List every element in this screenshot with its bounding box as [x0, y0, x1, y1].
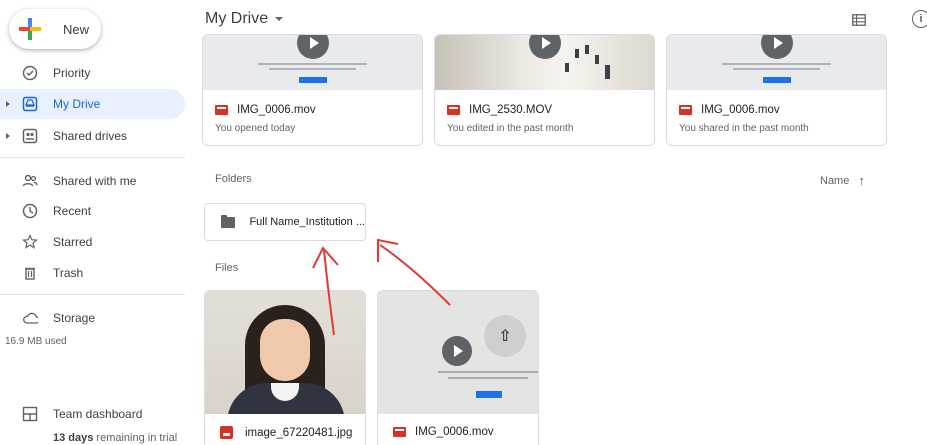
sidebar-item-label: Shared with me [53, 174, 137, 188]
file-activity: You edited in the past month [447, 123, 574, 134]
file-card[interactable]: ⇧ IMG_0006.mov [377, 290, 539, 445]
play-icon [760, 35, 793, 59]
people-icon [22, 173, 38, 189]
files-heading: Files [215, 262, 239, 274]
dashboard-icon [22, 406, 38, 422]
new-button-label: New [63, 21, 90, 37]
upload-icon: ⇧ [484, 315, 526, 357]
trash-icon [22, 265, 38, 281]
my-drive-icon [22, 96, 38, 112]
folder-name: Full Name_Institution ... [249, 216, 365, 228]
sidebar-item-team-dashboard[interactable]: Team dashboard [0, 399, 185, 429]
plus-icon [19, 18, 41, 40]
folder-icon [221, 214, 236, 228]
quick-access-card[interactable]: IMG_2530.MOV You edited in the past mont… [434, 34, 655, 146]
sidebar-divider [0, 157, 185, 158]
trial-rest: remaining in trial [93, 432, 178, 444]
chevron-down-icon [275, 17, 284, 21]
info-icon[interactable]: i [912, 10, 927, 28]
video-thumbnail [435, 35, 654, 90]
expand-caret-icon[interactable] [6, 133, 10, 139]
play-icon [442, 336, 472, 366]
sidebar-item-label: Trash [53, 266, 84, 280]
play-icon [296, 35, 329, 59]
storage-used-text: 16.9 MB used [5, 336, 67, 347]
sidebar-divider [0, 294, 185, 295]
arrow-up-icon: ↑ [858, 173, 865, 188]
folder-item[interactable]: Full Name_Institution ... [204, 203, 366, 241]
file-activity: You opened today [215, 123, 296, 134]
new-button[interactable]: New [9, 9, 101, 49]
sidebar-item-label: Priority [53, 66, 91, 80]
file-card[interactable]: image_67220481.jpg [204, 290, 366, 445]
check-circle-icon [22, 65, 38, 81]
sidebar-item-recent[interactable]: Recent [0, 196, 185, 226]
sidebar-item-shared-with-me[interactable]: Shared with me [0, 166, 185, 196]
sidebar-item-shared-drives[interactable]: Shared drives [0, 121, 185, 151]
file-name: IMG_0006.mov [415, 426, 494, 438]
sidebar-item-trash[interactable]: Trash [0, 258, 185, 288]
sidebar-item-label: Starred [53, 235, 93, 249]
star-icon [22, 234, 38, 250]
clock-icon [22, 203, 38, 219]
video-file-icon [393, 427, 406, 437]
image-thumbnail [205, 291, 365, 414]
sidebar-item-my-drive[interactable]: My Drive [0, 89, 185, 119]
sidebar-item-label: Team dashboard [53, 407, 143, 421]
video-file-icon [215, 105, 228, 115]
sidebar-item-label: Recent [53, 204, 92, 218]
sidebar-item-label: My Drive [53, 97, 101, 111]
sidebar-item-storage[interactable]: Storage [0, 303, 185, 333]
video-thumbnail: ⇧ [378, 291, 538, 414]
page-title-text: My Drive [205, 10, 269, 27]
sidebar-item-starred[interactable]: Starred [0, 227, 185, 257]
shared-drives-icon [22, 128, 38, 144]
sort-by-name-button[interactable]: Name ↑ [820, 173, 865, 188]
file-name: IMG_0006.mov [701, 104, 780, 116]
trial-remaining-text: 13 days remaining in trial [53, 432, 177, 444]
trial-days: 13 days [53, 432, 94, 444]
quick-access-card[interactable]: IMG_0006.mov You opened today [202, 34, 423, 146]
expand-caret-icon[interactable] [6, 101, 10, 107]
video-file-icon [679, 105, 692, 115]
video-file-icon [447, 105, 460, 115]
file-name: image_67220481.jpg [245, 426, 353, 439]
image-file-icon [220, 426, 233, 439]
file-name: IMG_2530.MOV [469, 104, 553, 116]
sort-label: Name [820, 174, 850, 187]
cloud-icon [22, 310, 38, 326]
file-name: IMG_0006.mov [237, 104, 316, 116]
folders-heading: Folders [215, 173, 252, 185]
video-thumbnail [667, 35, 886, 90]
sidebar-item-priority[interactable]: Priority [0, 58, 185, 88]
page-title[interactable]: My Drive [205, 10, 284, 28]
sidebar-item-label: Shared drives [53, 129, 128, 143]
quick-access-card[interactable]: IMG_0006.mov You shared in the past mont… [666, 34, 887, 146]
list-view-icon[interactable] [852, 13, 866, 26]
sidebar: New Priority My Drive Shared drives Shar… [0, 0, 195, 445]
video-thumbnail [203, 35, 422, 90]
file-activity: You shared in the past month [679, 123, 809, 134]
sidebar-item-label: Storage [53, 311, 96, 325]
